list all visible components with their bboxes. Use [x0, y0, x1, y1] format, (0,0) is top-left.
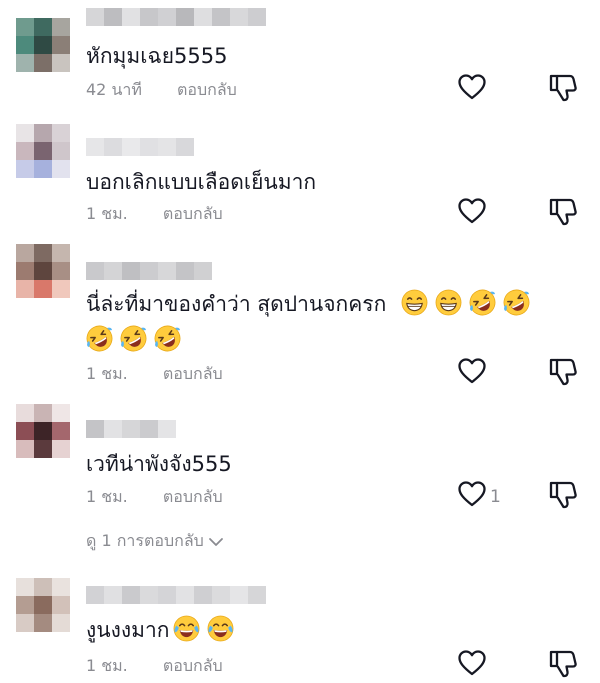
- comment-time: 1 ชม.: [86, 487, 128, 506]
- avatar[interactable]: [16, 244, 70, 298]
- emoji-group: [173, 615, 241, 642]
- emoji-group: [86, 325, 188, 352]
- comment-text: เวทีน่าพังจัง555: [86, 452, 232, 476]
- comment-time: 1 ชม.: [86, 656, 128, 675]
- heart-outline-icon: [458, 650, 486, 676]
- like-button[interactable]: [458, 74, 488, 102]
- rolling-laughing-emoji: [86, 325, 113, 352]
- grinning-face-emoji: [435, 289, 462, 316]
- thumbs-down-outline-icon: [549, 358, 577, 386]
- comment-meta: 1 ชม. ตอบกลับ: [86, 656, 223, 676]
- tears-of-joy-emoji: [208, 615, 234, 642]
- avatar[interactable]: [16, 404, 70, 458]
- comment-meta: 42 นาที ตอบกลับ: [86, 80, 237, 100]
- comment-text-continued: [86, 322, 188, 358]
- heart-outline-icon: [458, 358, 486, 384]
- reply-button[interactable]: ตอบกลับ: [163, 364, 223, 383]
- reply-button[interactable]: ตอบกลับ: [177, 80, 237, 99]
- comment-text: งูนงงมาก: [86, 612, 241, 648]
- avatar[interactable]: [16, 578, 70, 632]
- heart-outline-icon: [458, 481, 486, 507]
- rolling-laughing-emoji: [503, 289, 530, 316]
- like-button[interactable]: [458, 198, 488, 226]
- username-blurred[interactable]: [86, 262, 212, 280]
- avatar[interactable]: [16, 18, 70, 72]
- like-button[interactable]: [458, 481, 488, 509]
- rolling-laughing-emoji: [154, 325, 181, 352]
- comment-text: บอกเลิกแบบเลือดเย็นมาก: [86, 170, 317, 194]
- rolling-laughing-emoji: [469, 289, 496, 316]
- thumbs-down-outline-icon: [549, 650, 577, 678]
- chevron-down-icon: [208, 538, 223, 546]
- reply-button[interactable]: ตอบกลับ: [163, 204, 223, 223]
- comment-time: 1 ชม.: [86, 204, 128, 223]
- comment-meta: 1 ชม. ตอบกลับ: [86, 364, 223, 384]
- heart-outline-icon: [458, 198, 486, 224]
- comment-time: 42 นาที: [86, 80, 142, 99]
- dislike-button[interactable]: [548, 649, 578, 679]
- username-blurred[interactable]: [86, 586, 266, 604]
- grinning-face-emoji: [401, 289, 428, 316]
- like-button[interactable]: [458, 650, 488, 678]
- username-blurred[interactable]: [86, 138, 194, 156]
- dislike-button[interactable]: [548, 197, 578, 227]
- comment-meta: 1 ชม. ตอบกลับ: [86, 204, 223, 224]
- view-replies-button[interactable]: ดู 1 การตอบกลับ: [86, 531, 224, 551]
- username-blurred[interactable]: [86, 8, 266, 26]
- comment-meta: 1 ชม. ตอบกลับ: [86, 487, 223, 507]
- thumbs-down-outline-icon: [549, 198, 577, 226]
- like-count: 1: [490, 487, 501, 507]
- thumbs-down-outline-icon: [549, 74, 577, 102]
- dislike-button[interactable]: [548, 73, 578, 103]
- comment-time: 1 ชม.: [86, 364, 128, 383]
- reply-button[interactable]: ตอบกลับ: [163, 487, 223, 506]
- like-button[interactable]: [458, 358, 488, 386]
- comment-text: นี่ล่ะที่มาของคำว่า สุดปานจกครก: [86, 286, 537, 322]
- comment-text: หักมุมเฉย5555: [86, 44, 228, 68]
- rolling-laughing-emoji: [120, 325, 147, 352]
- heart-outline-icon: [458, 74, 486, 100]
- username-blurred[interactable]: [86, 420, 176, 438]
- emoji-group: [401, 289, 537, 316]
- dislike-button[interactable]: [548, 357, 578, 387]
- thumbs-down-outline-icon: [549, 481, 577, 509]
- avatar[interactable]: [16, 124, 70, 178]
- tears-of-joy-emoji: [174, 615, 200, 642]
- dislike-button[interactable]: [548, 480, 578, 510]
- reply-button[interactable]: ตอบกลับ: [163, 656, 223, 675]
